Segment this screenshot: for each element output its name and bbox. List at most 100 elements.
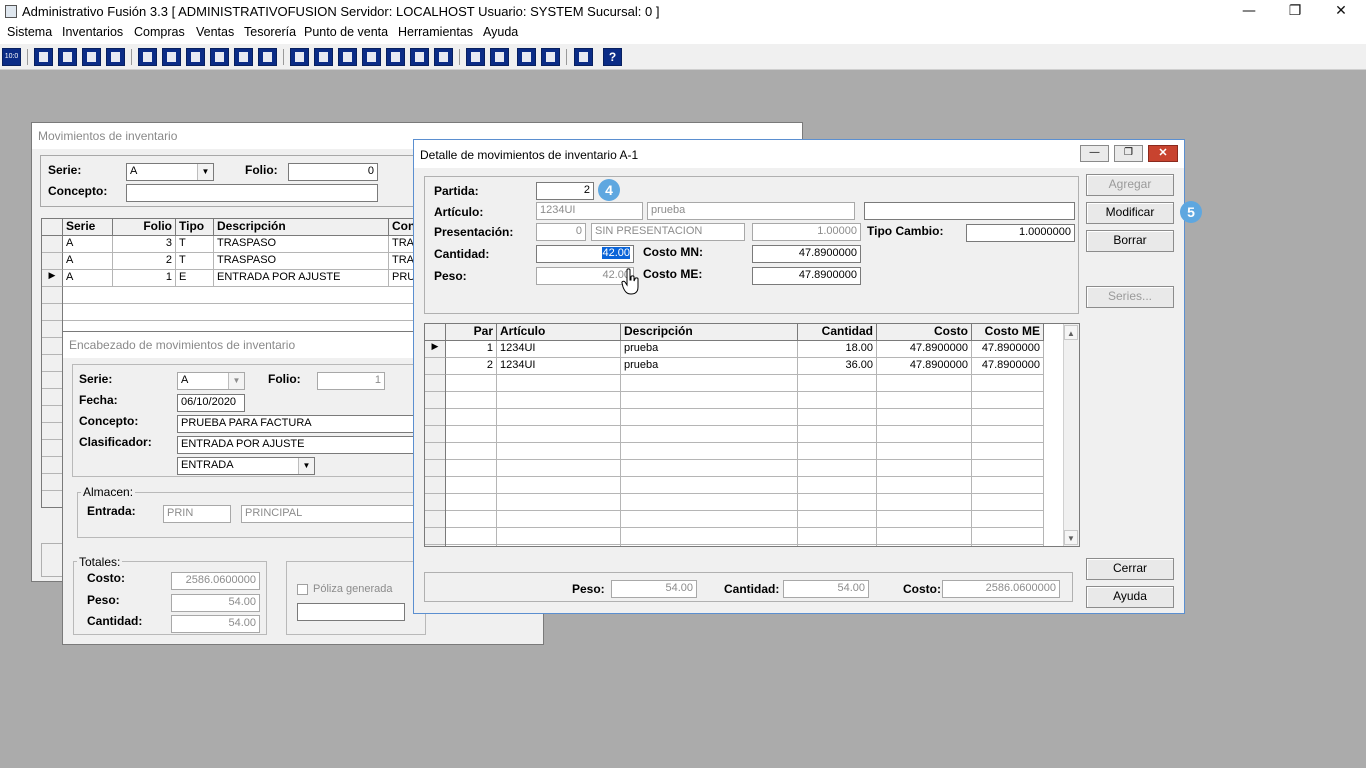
refresh-icon[interactable]	[517, 48, 536, 66]
report-icon[interactable]	[434, 48, 453, 66]
row-marker[interactable]	[425, 358, 446, 375]
table-cell[interactable]: 1234UI	[497, 358, 621, 375]
costo-mn-input[interactable]: 47.8900000	[752, 245, 861, 263]
tipo-cambio-input[interactable]: 1.0000000	[966, 224, 1075, 242]
client-icon[interactable]	[138, 48, 157, 66]
table-cell[interactable]: T	[176, 253, 214, 270]
company-icon[interactable]: 10:0	[2, 48, 21, 66]
find-icon[interactable]	[106, 48, 125, 66]
enc-entrada-name[interactable]: PRINCIPAL	[241, 505, 417, 523]
help-icon[interactable]: ?	[603, 48, 622, 66]
print-icon[interactable]	[186, 48, 205, 66]
close-icon[interactable]: ✕	[1318, 0, 1364, 24]
table-cell[interactable]: 18.00	[798, 341, 877, 358]
mov-col-serie[interactable]: Serie	[63, 219, 113, 236]
table-cell[interactable]: A	[63, 270, 113, 287]
zoom-icon[interactable]	[490, 48, 509, 66]
table-cell[interactable]: prueba	[621, 358, 798, 375]
scroll-down-icon[interactable]: ▼	[1064, 530, 1078, 545]
det-col-descripcion[interactable]: Descripción	[621, 324, 798, 341]
table-cell[interactable]: 47.8900000	[877, 358, 972, 375]
detalle-minimize-icon[interactable]: —	[1080, 145, 1109, 162]
detalle-maximize-icon[interactable]: ❐	[1114, 145, 1143, 162]
menu-ventas[interactable]: Ventas	[196, 25, 234, 39]
detalle-close-icon[interactable]: ✕	[1148, 145, 1178, 162]
folder-icon[interactable]	[162, 48, 181, 66]
menu-tesoreria[interactable]: Tesorería	[244, 25, 296, 39]
list-icon[interactable]	[258, 48, 277, 66]
table-cell[interactable]: 1	[113, 270, 176, 287]
table-cell[interactable]: A	[63, 236, 113, 253]
borrar-button[interactable]: Borrar	[1086, 230, 1174, 252]
table-cell[interactable]: ENTRADA POR AJUSTE	[214, 270, 389, 287]
partida-input[interactable]: 2	[536, 182, 594, 200]
enc-entrada-code[interactable]: PRIN	[163, 505, 231, 523]
chevron-down-icon[interactable]: ▼	[197, 164, 213, 180]
series-button[interactable]: Series...	[1086, 286, 1174, 308]
articulo-extra-input[interactable]	[864, 202, 1075, 220]
current-row-icon[interactable]: ▶	[42, 270, 63, 287]
back-icon[interactable]	[574, 48, 593, 66]
table-cell[interactable]: prueba	[621, 341, 798, 358]
chevron-down-icon[interactable]: ▼	[228, 373, 244, 389]
mov-col-concepto[interactable]: Con	[389, 219, 415, 236]
enc-fecha-input[interactable]: 06/10/2020	[177, 394, 245, 412]
table-cell[interactable]: 47.8900000	[972, 341, 1044, 358]
chevron-down-icon[interactable]: ▼	[298, 458, 314, 474]
costo-me-input[interactable]: 47.8900000	[752, 267, 861, 285]
mov-col-descripcion[interactable]: Descripción	[214, 219, 389, 236]
poliza-input[interactable]	[297, 603, 405, 621]
current-row-icon[interactable]: ▶	[425, 341, 446, 358]
mov-col-tipo[interactable]: Tipo	[176, 219, 214, 236]
table-cell[interactable]: TRAS	[389, 253, 415, 270]
det-col-costo-me[interactable]: Costo ME	[972, 324, 1044, 341]
ayuda-button[interactable]: Ayuda	[1086, 586, 1174, 608]
mov-serie-combo[interactable]: A ▼	[126, 163, 214, 181]
printer-icon[interactable]	[210, 48, 229, 66]
table-cell[interactable]: 47.8900000	[972, 358, 1044, 375]
copy-icon[interactable]	[34, 48, 53, 66]
paste-icon[interactable]	[58, 48, 77, 66]
mov-col-folio[interactable]: Folio	[113, 219, 176, 236]
cerrar-button[interactable]: Cerrar	[1086, 558, 1174, 580]
mov-folio-input[interactable]: 0	[288, 163, 378, 181]
minimize-icon[interactable]: —	[1226, 0, 1272, 24]
table-cell[interactable]: 2	[446, 358, 497, 375]
row-marker[interactable]	[42, 253, 63, 270]
mov-concepto-input[interactable]	[126, 184, 378, 202]
table-cell[interactable]: T	[176, 236, 214, 253]
table-cell[interactable]: TRAS	[389, 236, 415, 253]
home-icon[interactable]	[466, 48, 485, 66]
table-cell[interactable]: 1234UI	[497, 341, 621, 358]
menu-sistema[interactable]: Sistema	[7, 25, 52, 39]
enc-folio-input[interactable]: 1	[317, 372, 385, 390]
peso-input[interactable]: 42.00	[536, 267, 634, 285]
poliza-checkbox[interactable]	[297, 584, 308, 595]
invoice-icon[interactable]	[410, 48, 429, 66]
presentacion-name-input[interactable]: SIN PRESENTACION	[591, 223, 745, 241]
transfer-icon[interactable]	[82, 48, 101, 66]
table-cell[interactable]: TRASPASO	[214, 236, 389, 253]
articulo-name-input[interactable]: prueba	[647, 202, 855, 220]
articulo-code-input[interactable]: 1234UI	[536, 202, 643, 220]
menu-herramientas[interactable]: Herramientas	[398, 25, 473, 39]
cantidad-input[interactable]: 42.00	[536, 245, 634, 263]
modificar-button[interactable]: Modificar	[1086, 202, 1174, 224]
table-cell[interactable]: 36.00	[798, 358, 877, 375]
document-icon[interactable]	[234, 48, 253, 66]
table-cell[interactable]: 47.8900000	[877, 341, 972, 358]
box-icon[interactable]	[314, 48, 333, 66]
money-icon[interactable]	[386, 48, 405, 66]
menu-ayuda[interactable]: Ayuda	[483, 25, 518, 39]
undo-icon[interactable]	[541, 48, 560, 66]
add-icon[interactable]	[362, 48, 381, 66]
users-icon[interactable]	[290, 48, 309, 66]
enc-tipo-combo[interactable]: ENTRADA ▼	[177, 457, 315, 475]
restore-icon[interactable]: ❐	[1272, 0, 1318, 24]
det-col-costo[interactable]: Costo	[877, 324, 972, 341]
scroll-up-icon[interactable]: ▲	[1064, 325, 1078, 340]
det-col-par[interactable]: Par	[446, 324, 497, 341]
table-cell[interactable]: 2	[113, 253, 176, 270]
export-icon[interactable]	[338, 48, 357, 66]
menu-punto-de-venta[interactable]: Punto de venta	[304, 25, 388, 39]
